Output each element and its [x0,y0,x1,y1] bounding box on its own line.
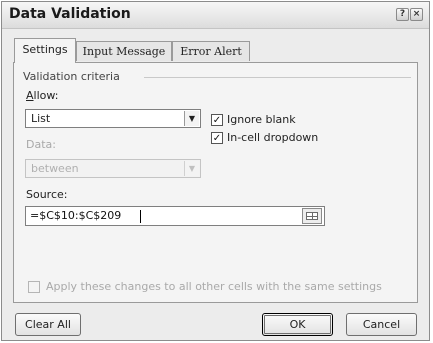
title-bar: Data Validation ? × [2,2,429,29]
in-cell-dropdown-label: In-cell dropdown [227,131,319,144]
collapse-dialog-button[interactable] [302,208,322,224]
in-cell-dropdown-checkbox[interactable]: ✓ [211,132,223,144]
chevron-down-icon[interactable]: ▼ [184,111,199,126]
validation-criteria-label: Validation criteria [23,70,124,83]
text-caret [140,210,141,223]
allow-dropdown[interactable]: List ▼ [25,109,201,128]
ignore-blank-label: Ignore blank [227,113,296,126]
settings-panel: Validation criteria Allow: List ▼ Data: … [13,62,418,303]
ignore-blank-checkbox[interactable]: ✓ [211,114,223,126]
chevron-down-icon: ▼ [184,161,199,176]
tab-settings[interactable]: Settings [14,38,76,63]
help-icon[interactable]: ? [396,8,409,21]
data-value: between [31,162,79,175]
ok-button[interactable]: OK [262,313,333,336]
clear-all-button[interactable]: Clear All [15,313,81,336]
data-validation-dialog: Data Validation ? × Settings Input Messa… [1,1,430,341]
cancel-button[interactable]: Cancel [346,313,417,336]
dialog-title: Data Validation [9,6,131,22]
source-input[interactable]: =$C$10:$C$209 [25,206,325,226]
group-divider [144,77,411,78]
close-icon[interactable]: × [410,8,423,21]
source-value: =$C$10:$C$209 [30,209,122,222]
range-select-icon [306,212,318,220]
tab-input-message[interactable]: Input Message [76,41,172,61]
tab-error-alert[interactable]: Error Alert [172,41,250,61]
data-label: Data: [26,138,56,151]
allow-label: Allow: [26,89,59,102]
allow-value: List [31,112,51,125]
apply-all-checkbox[interactable] [28,281,40,293]
apply-all-label: Apply these changes to all other cells w… [46,280,382,293]
source-label: Source: [26,188,68,201]
data-dropdown[interactable]: between ▼ [25,159,201,178]
